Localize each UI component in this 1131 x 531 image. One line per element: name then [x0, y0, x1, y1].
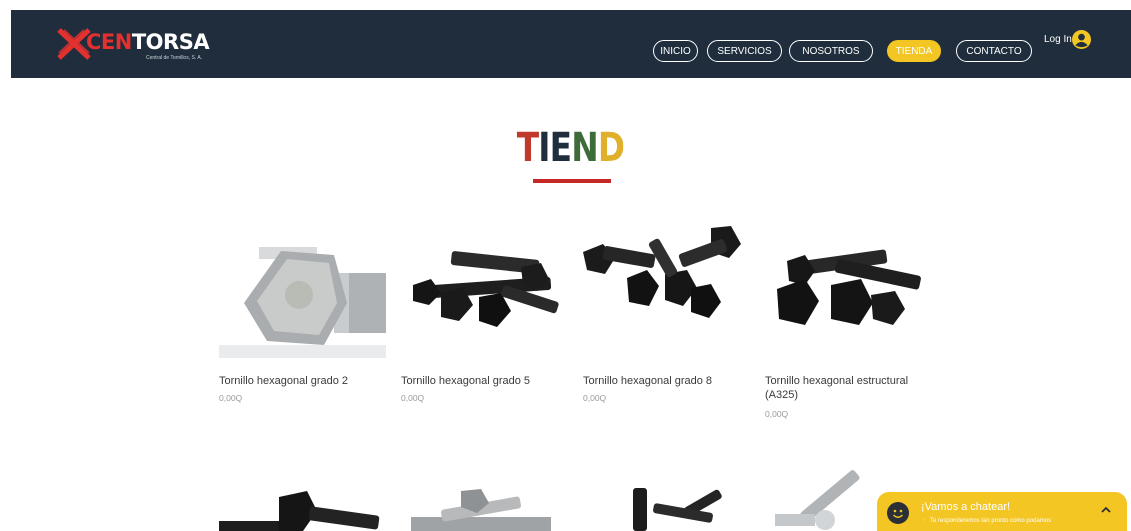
logo-subtitle: Central de Tornillos, S. A. — [146, 55, 203, 61]
nav-inicio[interactable]: INICIO — [653, 40, 698, 62]
page-title: TIENDA — [516, 125, 650, 171]
product-image[interactable] — [765, 470, 877, 531]
logo-wordmark: CENTORSA — [86, 30, 210, 54]
site-header: CENTORSA Central de Tornillos, S. A. INI… — [11, 10, 1131, 78]
product-price: 0,00Q — [765, 409, 789, 419]
nav-contacto[interactable]: CONTACTO — [956, 40, 1032, 62]
product-name[interactable]: Tornillo hexagonal grado 8 — [583, 374, 712, 388]
user-avatar-icon[interactable] — [1072, 30, 1091, 49]
product-image[interactable] — [583, 222, 750, 358]
black-bolt-icon — [219, 491, 380, 531]
lightning-icon: ⚡ — [921, 518, 929, 524]
logo-brand-red: CEN — [86, 30, 132, 54]
product-image[interactable] — [765, 233, 932, 358]
black-cap-screws-icon — [633, 488, 722, 531]
product-name[interactable]: Tornillo hexagonal grado 2 — [219, 374, 348, 388]
chat-title: ¡Vamos a chatear! — [921, 501, 1011, 513]
top-gap — [0, 0, 1131, 10]
login-link[interactable]: Log In — [1044, 34, 1072, 45]
logo-brand-white: TORSA — [131, 30, 210, 54]
chevron-up-icon[interactable] — [1100, 505, 1112, 515]
chat-subtitle: Te responderemos tan pronto como podamos — [930, 518, 1052, 524]
black-structural-bolts-icon — [777, 249, 921, 325]
product-price: 0,00Q — [219, 393, 243, 403]
nav-tienda[interactable]: TIENDA — [887, 40, 941, 62]
chat-subtitle-row: ⚡ Te responderemos tan pronto como podam… — [921, 517, 1051, 524]
black-hex-bolts-icon — [413, 251, 559, 327]
zinc-fasteners-icon — [775, 470, 860, 530]
product-price: 0,00Q — [401, 393, 425, 403]
product-name[interactable]: Tornillo hexagonal estructural (A325) — [765, 374, 935, 402]
zinc-hex-bolt-icon — [219, 247, 386, 358]
chat-widget[interactable]: ¡Vamos a chatear! ⚡ Te responderemos tan… — [877, 492, 1127, 531]
product-image[interactable] — [583, 478, 750, 531]
title-underline — [533, 179, 611, 183]
product-image[interactable] — [401, 485, 568, 531]
nav-servicios[interactable]: SERVICIOS — [707, 40, 782, 62]
centorsa-logo[interactable]: CENTORSA Central de Tornillos, S. A. — [56, 27, 210, 63]
product-image[interactable] — [401, 233, 568, 358]
product-image[interactable] — [219, 233, 386, 358]
smile-icon — [887, 502, 909, 524]
nav-nosotros[interactable]: NOSOTROS — [789, 40, 873, 62]
product-name[interactable]: Tornillo hexagonal grado 5 — [401, 374, 530, 388]
product-price: 0,00Q — [583, 393, 607, 403]
product-image[interactable] — [219, 485, 386, 531]
black-hex-bolts-group-icon — [583, 226, 741, 318]
zinc-bolts-icon — [411, 489, 551, 531]
